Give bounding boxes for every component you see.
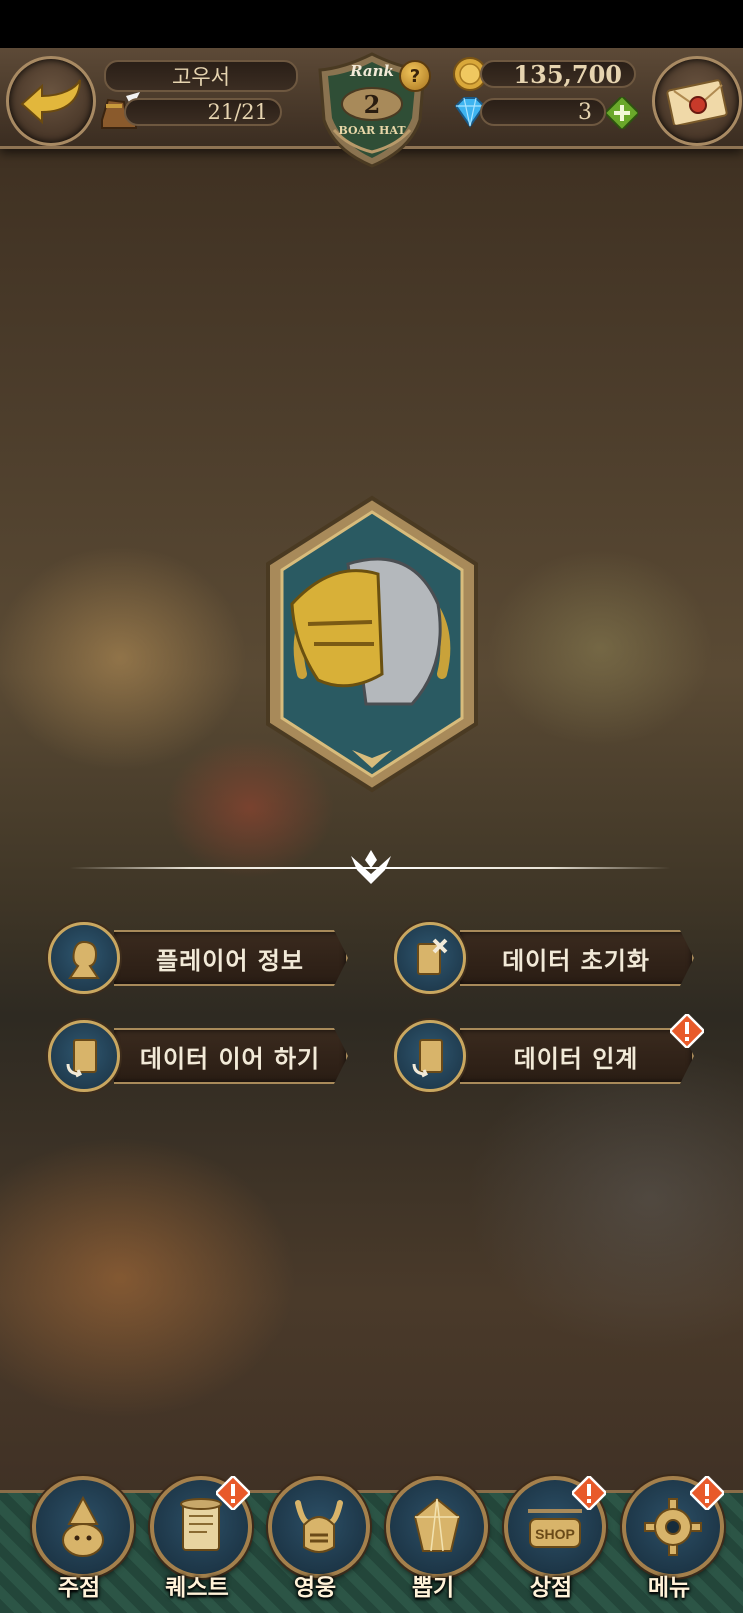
quest-alert-icon bbox=[216, 1476, 250, 1510]
data-reset-label: 데이터 초기화 bbox=[460, 930, 694, 986]
nav-tavern[interactable]: 주점 bbox=[24, 1476, 134, 1606]
data-transfer-alert-icon bbox=[670, 1014, 704, 1048]
nav-summon[interactable]: 뽑기 bbox=[378, 1476, 488, 1606]
shop-alert-icon bbox=[572, 1476, 606, 1510]
player-silhouette-icon bbox=[48, 922, 120, 994]
data-transfer-label: 데이터 인계 bbox=[460, 1028, 694, 1084]
back-button[interactable] bbox=[6, 56, 96, 146]
nav-hero[interactable]: 영웅 bbox=[260, 1476, 370, 1606]
nav-label-tavern: 주점 bbox=[57, 1575, 101, 1601]
back-arrow-icon bbox=[20, 79, 81, 125]
nav-label-menu: 메뉴 bbox=[647, 1575, 691, 1601]
rank-value: 2 bbox=[363, 90, 381, 119]
stamina-counter: 21/21 bbox=[124, 98, 282, 126]
data-continue-button[interactable]: 데이터 이어 하기 bbox=[48, 1018, 348, 1092]
rank-help-button[interactable]: ? bbox=[399, 60, 431, 92]
gold-amount: 135,700 bbox=[480, 60, 636, 89]
summon-crystal-icon bbox=[386, 1476, 488, 1578]
blurred-background bbox=[0, 48, 743, 1610]
divider-ornament-icon bbox=[351, 850, 391, 884]
mail-envelope-icon bbox=[666, 79, 728, 125]
nav-label-shop: 상점 bbox=[529, 1575, 573, 1601]
hero-helmet-icon bbox=[268, 1476, 370, 1578]
player-info-label: 플레이어 정보 bbox=[114, 930, 348, 986]
svg-text:SHOP: SHOP bbox=[535, 1526, 575, 1542]
gem-amount: 3 bbox=[480, 98, 606, 126]
data-transfer-button[interactable]: 데이터 인계 bbox=[394, 1018, 694, 1092]
player-info-button[interactable]: 플레이어 정보 bbox=[48, 920, 348, 994]
nav-label-quest: 퀘스트 bbox=[165, 1575, 229, 1601]
data-reset-card-icon bbox=[394, 922, 466, 994]
data-continue-card-icon bbox=[48, 1020, 120, 1092]
data-reset-button[interactable]: 데이터 초기화 bbox=[394, 920, 694, 994]
menu-alert-icon bbox=[690, 1476, 724, 1510]
rank-title: BOAR HAT bbox=[338, 124, 406, 137]
tavern-icon bbox=[32, 1476, 134, 1578]
player-name: 고우서 bbox=[104, 60, 298, 92]
nav-label-hero: 영웅 bbox=[293, 1575, 337, 1601]
rank-label: Rank bbox=[350, 62, 394, 80]
add-gems-button[interactable] bbox=[606, 97, 638, 129]
data-continue-label: 데이터 이어 하기 bbox=[114, 1028, 348, 1084]
mail-button[interactable] bbox=[652, 56, 742, 146]
profile-emblem-helmet-icon bbox=[266, 495, 478, 793]
nav-label-summon: 뽑기 bbox=[411, 1575, 455, 1601]
data-transfer-card-icon bbox=[394, 1020, 466, 1092]
